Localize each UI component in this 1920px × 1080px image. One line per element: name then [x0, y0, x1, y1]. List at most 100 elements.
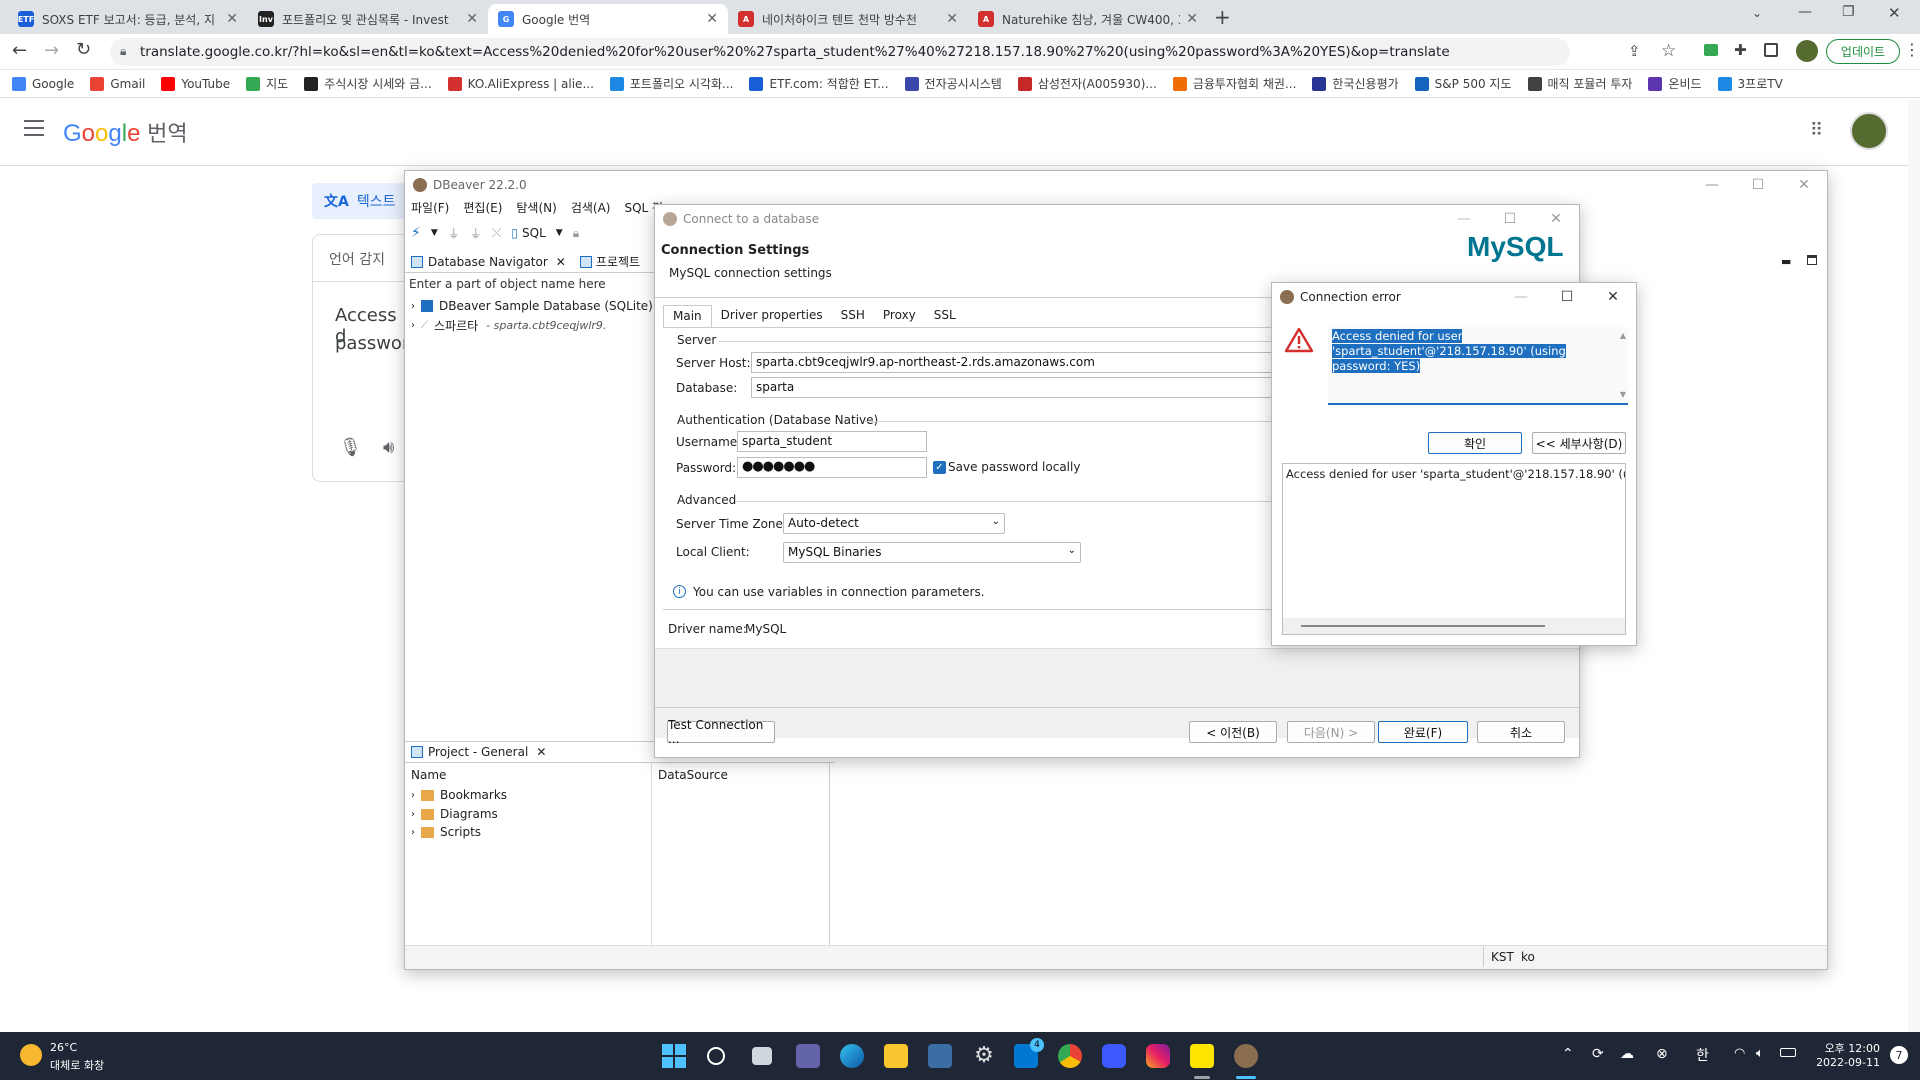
error-message-box[interactable]: Access denied for user 'sparta_student'@…	[1328, 327, 1628, 405]
file-explorer-icon[interactable]	[884, 1044, 908, 1068]
weather-temp[interactable]: 26°C	[50, 1041, 77, 1054]
bookmark-item[interactable]: Gmail	[90, 76, 145, 91]
sql-editor-button[interactable]: ▯ SQL	[511, 226, 545, 240]
teams-chat-icon[interactable]	[796, 1044, 820, 1068]
expand-icon[interactable]: ›	[411, 790, 415, 801]
connect-icon[interactable]: ⏚	[448, 225, 460, 242]
text-mode-tab[interactable]: 文A 텍스트	[312, 183, 410, 219]
close-tab-icon[interactable]: ✕	[466, 11, 478, 27]
close-icon[interactable]: ✕	[1533, 205, 1579, 233]
weather-desc[interactable]: 대체로 화창	[50, 1057, 104, 1073]
project-item-diagrams[interactable]: › Diagrams	[411, 807, 498, 821]
tray-overflow-icon[interactable]: ⌃	[1562, 1046, 1574, 1062]
project-item-scripts[interactable]: › Scripts	[411, 825, 481, 839]
clock-date[interactable]: 2022-09-11	[1814, 1056, 1880, 1069]
source-text-line2[interactable]: passwor	[335, 333, 409, 354]
notification-count-badge[interactable]: 7	[1890, 1046, 1908, 1064]
maximize-icon[interactable]: ☐	[1487, 205, 1533, 233]
close-tab-icon[interactable]: ✕	[226, 11, 238, 27]
bookmark-item[interactable]: 온비드	[1648, 75, 1702, 92]
browser-tab[interactable]: ETF SOXS ETF 보고서: 등급, 분석, 지 ✕	[8, 4, 248, 34]
minimize-icon[interactable]: —	[1689, 171, 1735, 199]
bookmark-item[interactable]: 포트폴리오 시각화...	[609, 75, 733, 92]
close-tab-icon[interactable]: ✕	[1186, 11, 1198, 27]
new-connection-icon[interactable]: ⚡︎	[411, 225, 421, 241]
settings-gear-icon[interactable]: ⚙︎	[972, 1044, 996, 1068]
details-button[interactable]: << 세부사항(D)	[1532, 432, 1626, 454]
invalidate-icon[interactable]: ⤬	[492, 226, 502, 241]
minimize-view-icon[interactable]: ▬	[1781, 255, 1791, 268]
address-bar[interactable]: 🔒︎ translate.google.co.kr/?hl=ko&sl=en&t…	[110, 38, 1570, 66]
scroll-up-icon[interactable]: ▲	[1620, 331, 1626, 340]
column-header-datasource[interactable]: DataSource	[658, 768, 728, 782]
tray-app-icon[interactable]: ⊗	[1656, 1046, 1668, 1062]
expand-icon[interactable]: ›	[411, 301, 415, 312]
close-icon[interactable]: ✕	[1781, 171, 1827, 199]
bookmark-item[interactable]: 지도	[246, 75, 288, 92]
dbeaver-taskbar-icon[interactable]	[1234, 1044, 1258, 1068]
server-host-input[interactable]: sparta.cbt9ceqjwlr9.ap-northeast-2.rds.a…	[751, 352, 1291, 373]
expand-icon[interactable]: ›	[411, 827, 415, 838]
profile-avatar[interactable]	[1796, 40, 1818, 62]
microphone-icon[interactable]: 🎙︎	[339, 437, 362, 458]
dropdown-arrow-icon[interactable]: ▼	[431, 228, 438, 238]
update-button[interactable]: 업데이트	[1826, 39, 1900, 64]
bookmark-item[interactable]: 주식시장 시세와 금...	[304, 75, 432, 92]
star-icon[interactable]: ☆	[1661, 41, 1676, 61]
lock-icon[interactable]: 🔒︎	[573, 226, 579, 241]
bookmark-item[interactable]: 금융투자협회 채권...	[1172, 75, 1296, 92]
share-icon[interactable]: ⇪	[1628, 42, 1641, 60]
tab-search-icon[interactable]: ⌄	[1752, 6, 1762, 20]
bookmark-item[interactable]: KO.AliExpress | alie...	[447, 76, 594, 91]
chrome-icon[interactable]	[1058, 1044, 1082, 1068]
projects-tab[interactable]: 프로젝트	[596, 253, 640, 270]
restore-icon[interactable]: ❐	[1842, 4, 1855, 20]
project-item-bookmarks[interactable]: › Bookmarks	[411, 788, 507, 802]
kakaotalk-icon[interactable]	[1190, 1044, 1214, 1068]
expand-icon[interactable]: ›	[411, 320, 415, 331]
tab-ssh[interactable]: SSH	[832, 305, 874, 327]
local-client-select[interactable]: MySQL Binaries ⌄	[783, 542, 1081, 563]
account-avatar[interactable]	[1850, 112, 1888, 150]
speaker-icon[interactable]: 🔊︎	[383, 437, 394, 458]
maximize-icon[interactable]: ☐	[1544, 283, 1590, 311]
tree-item[interactable]: › ⟋ 스파르타 - sparta.cbt9ceqjwlr9.ap-nor	[411, 317, 607, 334]
expand-icon[interactable]: ›	[411, 809, 415, 820]
tab-driver-properties[interactable]: Driver properties	[712, 305, 832, 327]
next-button[interactable]: 다음(N) >	[1287, 721, 1375, 743]
weather-sun-icon[interactable]	[20, 1044, 42, 1066]
bookmark-item[interactable]: S&P 500 지도	[1414, 75, 1512, 92]
password-input[interactable]: ●●●●●●●	[737, 457, 927, 478]
save-password-checkbox[interactable]: ✓	[933, 461, 946, 474]
start-windows-icon[interactable]	[662, 1044, 686, 1068]
wifi-icon[interactable]: ◠	[1734, 1046, 1745, 1061]
close-icon[interactable]: ✕	[556, 255, 566, 269]
ime-indicator[interactable]: 한	[1696, 1045, 1709, 1065]
instagram-icon[interactable]	[1146, 1044, 1170, 1068]
horizontal-scrollbar[interactable]	[1283, 618, 1625, 634]
clock-time[interactable]: 오후 12:00	[1820, 1040, 1880, 1056]
back-icon[interactable]: ←	[12, 40, 27, 61]
hamburger-menu-icon[interactable]	[24, 120, 44, 136]
close-window-icon[interactable]: ✕	[1888, 4, 1901, 22]
volume-icon[interactable]: 🔈︎	[1756, 1046, 1764, 1061]
extensions-puzzle-icon[interactable]: ✚	[1734, 41, 1747, 59]
back-button[interactable]: < 이전(B)	[1189, 721, 1277, 743]
side-panel-icon[interactable]	[1764, 43, 1778, 57]
google-logo[interactable]: Google 번역	[63, 116, 188, 148]
column-header-name[interactable]: Name	[411, 768, 446, 782]
maximize-icon[interactable]: ☐	[1735, 171, 1781, 199]
username-input[interactable]: sparta_student	[737, 431, 927, 452]
bookmark-item[interactable]: ETF.com: 적합한 ET...	[749, 75, 889, 92]
lock-icon[interactable]: 🔒︎	[120, 44, 126, 59]
save-password-label[interactable]: Save password locally	[948, 460, 1080, 474]
task-view-icon[interactable]	[752, 1047, 772, 1065]
scroll-down-icon[interactable]: ▼	[1620, 390, 1626, 399]
bookmark-item[interactable]: Google	[12, 76, 74, 91]
timezone-select[interactable]: Auto-detect ⌄	[783, 513, 1005, 534]
bookmark-item[interactable]: 삼성전자(A005930)...	[1017, 75, 1157, 92]
browser-tab[interactable]: A 네이처하이크 텐트 천막 방수천 ✕	[728, 4, 968, 34]
battery-icon[interactable]	[1780, 1048, 1796, 1057]
close-tab-icon[interactable]: ✕	[946, 11, 958, 27]
close-icon[interactable]: ✕	[1590, 283, 1636, 311]
